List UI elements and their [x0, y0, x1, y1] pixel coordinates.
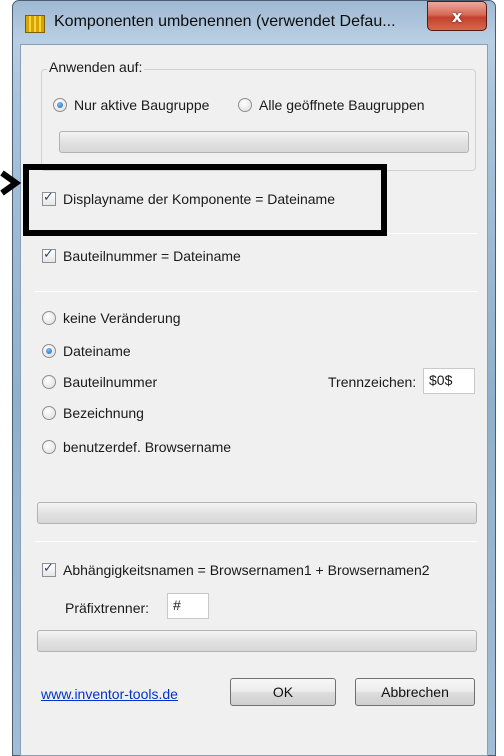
browser-name-progress-bar: [37, 502, 477, 524]
radio-button[interactable]: [42, 375, 56, 389]
radio-label: Bauteilnummer: [63, 374, 158, 390]
close-icon: x: [451, 6, 463, 26]
website-link[interactable]: www.inventor-tools.de: [41, 686, 178, 702]
prefix-separator-label: Präfixtrenner:: [65, 600, 150, 616]
dependency-progress-bar: [37, 630, 477, 652]
checkbox-label: Abhängigkeitsnamen = Browsernamen1 + Bro…: [63, 562, 430, 578]
arrow-pointer-icon: [0, 170, 22, 196]
window-title: Komponenten umbenennen (verwendet Defau.…: [54, 13, 396, 30]
radio-label: Dateiname: [63, 343, 131, 359]
checkbox-label: Bauteilnummer = Dateiname: [63, 248, 241, 264]
close-button[interactable]: x: [427, 1, 487, 31]
radio-all-open-assemblies[interactable]: Alle geöffnete Baugruppen: [238, 97, 425, 113]
highlight-box: [23, 164, 387, 236]
title-bar[interactable]: Komponenten umbenennen (verwendet Defau.…: [12, 0, 496, 44]
radio-part-number[interactable]: Bauteilnummer: [42, 374, 157, 390]
radio-label: keine Veränderung: [63, 310, 181, 326]
radio-button[interactable]: [42, 406, 56, 420]
ok-button[interactable]: OK: [230, 678, 336, 706]
radio-button[interactable]: [42, 440, 56, 454]
apply-progress-bar: [59, 131, 469, 153]
radio-label: Bezeichnung: [63, 405, 144, 421]
radio-button[interactable]: [238, 98, 252, 112]
radio-active-assembly[interactable]: Nur aktive Baugruppe: [53, 97, 209, 113]
radio-label: Alle geöffnete Baugruppen: [259, 97, 425, 113]
checkbox[interactable]: [42, 561, 56, 577]
dialog-client: Anwenden auf: Nur aktive Baugruppe Alle …: [20, 44, 488, 756]
cancel-button[interactable]: Abbrechen: [355, 678, 475, 706]
radio-no-change[interactable]: keine Veränderung: [42, 310, 181, 326]
prefix-separator-field[interactable]: #: [167, 593, 209, 619]
check-dependency-names[interactable]: Abhängigkeitsnamen = Browsernamen1 + Bro…: [42, 561, 430, 578]
checkbox[interactable]: [42, 247, 56, 263]
separator-char-field[interactable]: $0$: [423, 368, 475, 394]
separator: [35, 291, 477, 292]
separator-char-label: Trennzeichen:: [328, 374, 417, 390]
radio-button[interactable]: [53, 98, 67, 112]
check-part-number[interactable]: Bauteilnummer = Dateiname: [42, 247, 241, 264]
apply-to-legend: Anwenden auf:: [47, 59, 145, 75]
radio-button[interactable]: [42, 344, 56, 358]
app-icon: [25, 15, 45, 33]
apply-to-group: [41, 69, 476, 171]
radio-custom-browser-name[interactable]: benutzerdef. Browsername: [42, 439, 231, 455]
separator: [35, 541, 477, 542]
radio-description[interactable]: Bezeichnung: [42, 405, 144, 421]
radio-button[interactable]: [42, 311, 56, 325]
radio-label: Nur aktive Baugruppe: [74, 97, 210, 113]
radio-label: benutzerdef. Browsername: [63, 439, 232, 455]
radio-file-name[interactable]: Dateiname: [42, 343, 131, 359]
